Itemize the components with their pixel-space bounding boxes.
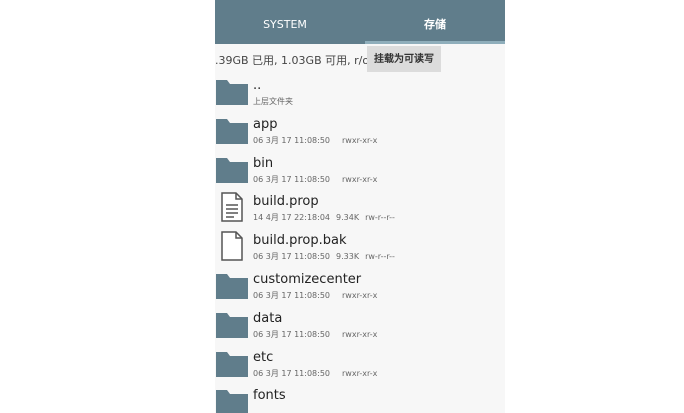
file-perm: rwxr-xr-x bbox=[342, 368, 378, 378]
storage-usage-text: .39GB 已用, 1.03GB 可用, r/o bbox=[215, 54, 370, 67]
file-date: 06 3月 17 11:08:50 bbox=[253, 252, 331, 262]
file-name: etc bbox=[253, 349, 274, 365]
file-perm: rw-r--r-- bbox=[365, 252, 395, 262]
file-perm: rwxr-xr-x bbox=[342, 174, 378, 184]
file-row[interactable]: bin 06 3月 17 11:08:50 rwxr-xr-x bbox=[215, 150, 505, 189]
file-name: data bbox=[253, 310, 283, 326]
file-perm: rwxr-xr-x bbox=[342, 329, 378, 339]
file-row[interactable]: app 06 3月 17 11:08:50 rwxr-xr-x bbox=[215, 111, 505, 150]
folder-icon bbox=[215, 154, 249, 184]
storage-info-bar: .39GB 已用, 1.03GB 可用, r/o 挂载为可读写 bbox=[215, 44, 505, 72]
file-name: build.prop.bak bbox=[253, 233, 347, 249]
folder-icon bbox=[215, 76, 249, 106]
file-list: .. 上层文件夹 app 06 3月 17 11:08:50 rwxr-xr-x bin 0… bbox=[215, 72, 505, 413]
file-name: customizecenter bbox=[253, 271, 362, 287]
file-date: 06 3月 17 11:08:50 bbox=[253, 368, 331, 378]
file-meta: 上层文件夹 bbox=[253, 96, 311, 107]
file-meta: 06 3月 17 11:08:50 rwxr-xr-x bbox=[253, 135, 383, 146]
file-meta: 06 3月 17 11:08:50 9.33K rw-r--r-- bbox=[253, 251, 401, 262]
file-date: 06 3月 17 11:08:50 bbox=[253, 135, 331, 145]
file-date: 06 3月 17 11:08:50 bbox=[253, 329, 331, 339]
file-meta bbox=[253, 406, 271, 413]
file-date: 06 3月 17 11:08:50 bbox=[253, 290, 331, 300]
file-meta: 14 4月 17 22:18:04 9.34K rw-r--r-- bbox=[253, 212, 401, 223]
mount-read-write-button[interactable]: 挂载为可读写 bbox=[367, 46, 441, 72]
file-row[interactable]: data 06 3月 17 11:08:50 rwxr-xr-x bbox=[215, 305, 505, 344]
file-meta: 06 3月 17 11:08:50 rwxr-xr-x bbox=[253, 290, 383, 301]
file-name: .. bbox=[253, 78, 262, 93]
file-date: 14 4月 17 22:18:04 bbox=[253, 213, 331, 223]
tab-storage[interactable]: 存储 bbox=[365, 0, 505, 44]
folder-icon bbox=[215, 270, 249, 300]
file-icon bbox=[215, 231, 249, 261]
file-size: 9.34K bbox=[336, 213, 360, 223]
text-file-icon bbox=[215, 192, 249, 223]
file-size: 9.33K bbox=[336, 252, 360, 262]
folder-icon bbox=[215, 386, 249, 413]
folder-icon bbox=[215, 348, 249, 378]
file-row[interactable]: fonts bbox=[215, 382, 505, 413]
file-row[interactable]: customizecenter 06 3月 17 11:08:50 rwxr-xr-… bbox=[215, 266, 505, 305]
file-meta: 06 3月 17 11:08:50 rwxr-xr-x bbox=[253, 174, 383, 185]
file-perm: rw-r--r-- bbox=[365, 213, 395, 223]
file-row[interactable]: .. 上层文件夹 bbox=[215, 72, 505, 111]
file-name: bin bbox=[253, 155, 274, 171]
tab-system[interactable]: SYSTEM bbox=[215, 0, 355, 44]
file-perm: rwxr-xr-x bbox=[342, 135, 378, 145]
file-name: app bbox=[253, 116, 278, 132]
file-row[interactable]: build.prop.bak 06 3月 17 11:08:50 9.33K rw-r… bbox=[215, 227, 505, 266]
file-meta: 06 3月 17 11:08:50 rwxr-xr-x bbox=[253, 329, 383, 340]
folder-icon bbox=[215, 309, 249, 339]
tab-bar: SYSTEM 存储 bbox=[215, 0, 505, 44]
file-date: 06 3月 17 11:08:50 bbox=[253, 174, 331, 184]
file-manager-screen: SYSTEM 存储 .39GB 已用, 1.03GB 可用, r/o 挂载为可读… bbox=[215, 0, 505, 413]
file-row[interactable]: build.prop 14 4月 17 22:18:04 9.34K rw-r--r-… bbox=[215, 188, 505, 227]
file-date: 上层文件夹 bbox=[253, 97, 293, 106]
file-meta: 06 3月 17 11:08:50 rwxr-xr-x bbox=[253, 368, 383, 379]
file-perm: rwxr-xr-x bbox=[342, 290, 378, 300]
file-row[interactable]: etc 06 3月 17 11:08:50 rwxr-xr-x bbox=[215, 344, 505, 383]
file-name: fonts bbox=[253, 388, 286, 404]
folder-icon bbox=[215, 115, 249, 145]
file-name: build.prop bbox=[253, 194, 319, 210]
